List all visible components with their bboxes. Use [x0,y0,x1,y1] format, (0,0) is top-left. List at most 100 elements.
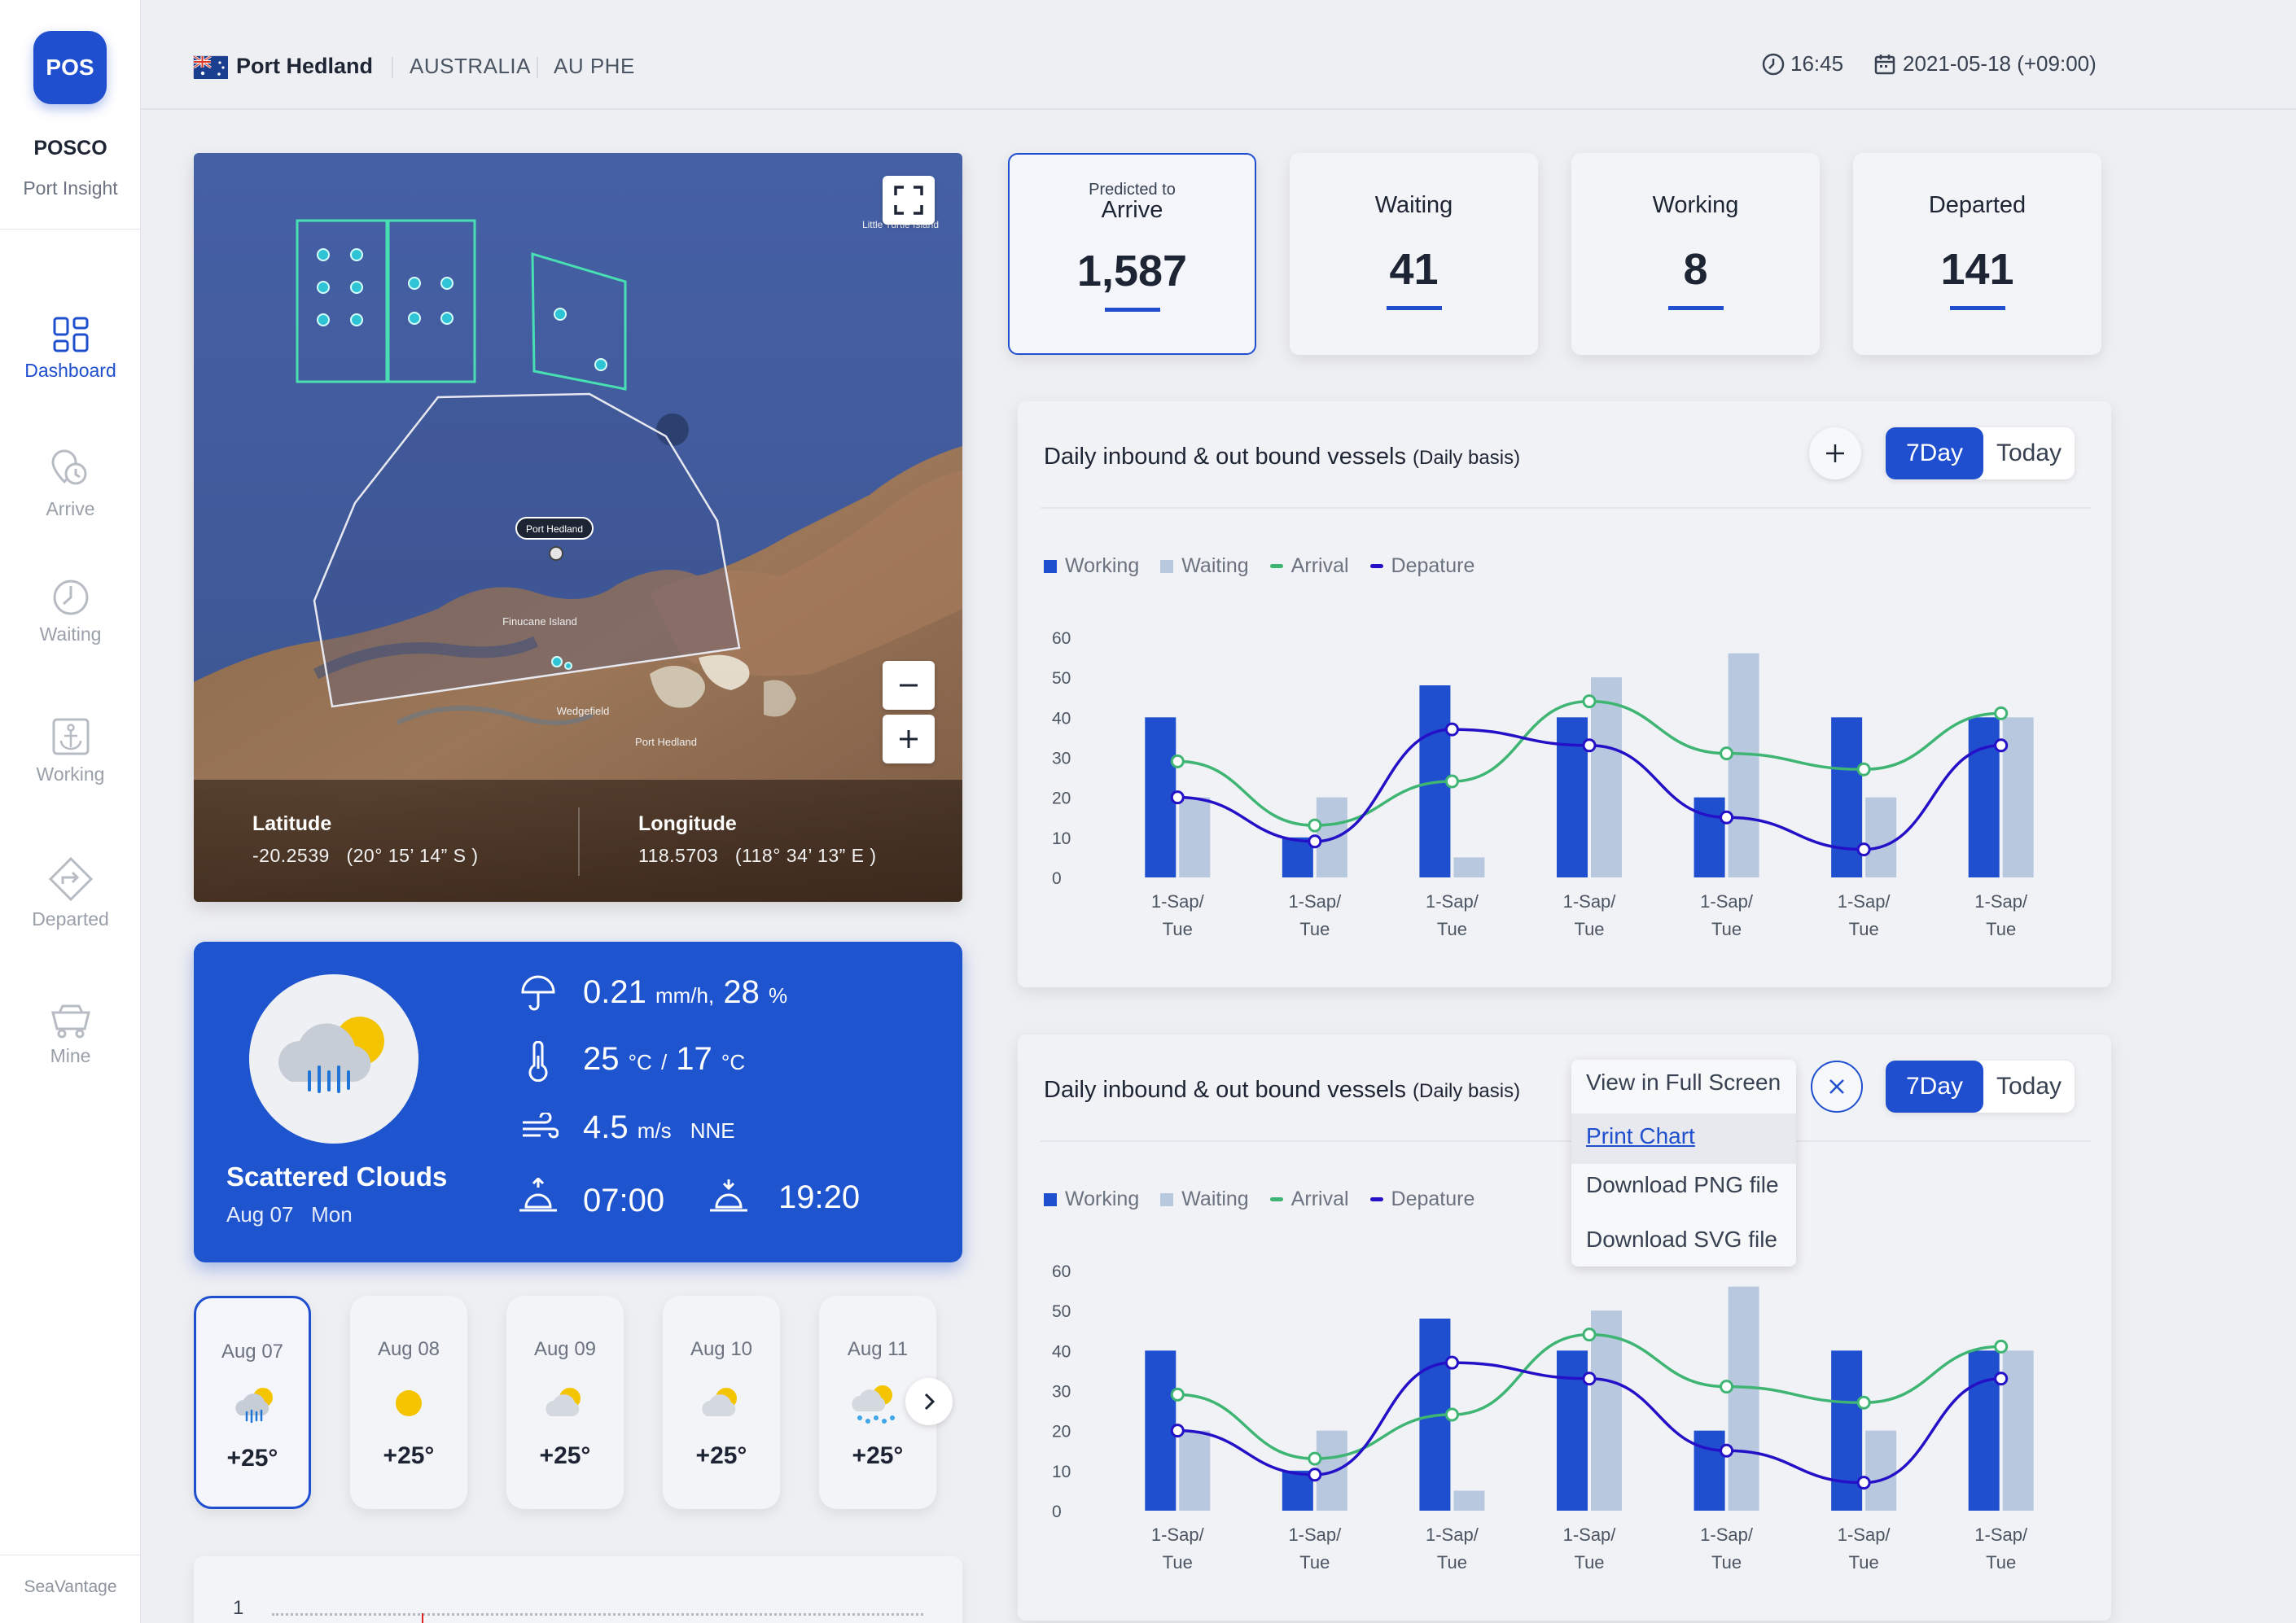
wind-icon [523,1113,559,1139]
point-depature [1856,1476,1871,1490]
nav-item-dashboard[interactable]: Dashboard [0,316,141,382]
longitude-label: Longitude [638,812,737,835]
longitude-value: 118.5703 (118° 34’ 13” E ) [638,845,877,866]
bar-waiting [1453,1490,1485,1511]
wind-unit: m/s [637,1118,672,1143]
brand-name: POSCO [33,137,107,160]
point-depature [1170,1424,1185,1438]
point-arrival [1994,706,2009,720]
temperature-readout: 25 °C / 17 °C [583,1041,745,1078]
forecast-day[interactable]: Aug 10 +25° [663,1296,780,1509]
time-text: 16:45 [1790,51,1844,76]
menu-item-png[interactable]: Download PNG file [1586,1172,1779,1198]
bar-waiting [1865,797,1897,877]
stat-title: Working [1652,192,1739,218]
forecast-date: Aug 08 [377,1338,440,1360]
point-depature [1308,1468,1322,1482]
vessels-chart: 0 10 20 30 40 50 60 1-Sap/Tue 1-Sap/Tue 1-Sap/Tue… [1052,629,2034,939]
sunrise-icon [519,1178,557,1212]
x-tick-label: 1-Sap/ [1838,891,1891,912]
port-code: AU PHE [554,54,635,78]
australia-flag-icon [193,55,228,79]
point-depature [1582,738,1597,753]
x-tick-label: Tue [1574,919,1604,939]
chart-menu-close-button[interactable] [1811,1061,1863,1113]
x-tick-label: 1-Sap/ [1700,891,1754,912]
stat-value: 1,587 [1076,247,1188,295]
x-tick-label: Tue [1986,1552,2016,1573]
menu-item-print[interactable]: Print Chart [1586,1123,1695,1149]
point-arrival [1720,1380,1734,1394]
vessels-chart-card: Daily inbound & out bound vessels (Daily… [1018,1035,2111,1621]
top-bar: Port Hedland AUSTRALIA AU PHE 16:45 2021… [141,0,2296,110]
wind-speed: 4.5 [583,1109,629,1145]
point-arrival [1856,1395,1871,1410]
menu-item-svg[interactable]: Download SVG file [1586,1227,1777,1253]
point-arrival [1582,694,1597,709]
nav-label: Dashboard [24,360,116,381]
dotted-gridline [272,1613,923,1616]
bar-working [1694,1430,1725,1511]
bar-waiting [1591,1310,1622,1511]
app-logo[interactable]: POS [33,31,107,104]
nav-item-departed[interactable]: Departed [0,856,141,930]
nav-item-arrive[interactable]: Arrive [0,446,141,520]
x-tick-label: 1-Sap/ [1974,1525,2028,1545]
forecast-day[interactable]: Aug 08 +25° [350,1296,467,1509]
bar-waiting [2002,1350,2034,1511]
x-tick-label: Tue [1437,919,1467,939]
fullscreen-button[interactable] [883,176,935,225]
x-tick-label: 1-Sap/ [1700,1525,1754,1545]
stat-title: Waiting [1374,192,1453,218]
rain-value: 0.21 [583,974,646,1010]
temp-separator: / [660,1050,668,1074]
y-tick-label: 40 [1052,709,1071,728]
stat-card-waiting[interactable]: Waiting 41 [1290,153,1538,355]
chevron-right-icon [924,1393,935,1411]
x-tick-label: 1-Sap/ [1288,891,1342,912]
y-tick-label: 30 [1052,1383,1071,1402]
x-tick-label: Tue [1299,919,1330,939]
stat-card-arrive[interactable]: Predicted to Arrive 1,587 [1008,153,1256,355]
y-tick-label: 60 [1052,629,1071,648]
weather-date: Aug 07 Mon [226,1202,353,1227]
port-map[interactable]: Port Hedland Finucane Island Wedgefield … [194,153,962,902]
map-label-port: Port Hedland [526,523,583,535]
forecast-temp: +25° [695,1442,747,1469]
waiting-icon [53,580,88,615]
humidity-unit: % [768,983,788,1008]
stat-card-departed[interactable]: Departed 141 [1853,153,2101,355]
fullscreen-icon [894,186,923,215]
menu-item-fullscreen[interactable]: View in Full Screen [1586,1070,1781,1096]
country-name: AUSTRALIA [410,54,531,78]
bar-working [1557,717,1588,877]
forecast-next-button[interactable] [905,1378,953,1425]
nav-label: Departed [32,908,109,930]
clock-icon [1762,53,1785,75]
x-tick-label: 1-Sap/ [1288,1525,1342,1545]
wind-readout: 4.5 m/s NNE [583,1109,735,1146]
x-tick-label: Tue [1849,1552,1879,1573]
bottom-panel: 1 [194,1556,962,1623]
weather-condition: Scattered Clouds [226,1161,448,1192]
latitude-label: Latitude [252,812,332,835]
forecast-day[interactable]: Aug 07 +25° [194,1296,311,1509]
calendar-icon [1874,54,1895,74]
bar-waiting [1728,1286,1759,1511]
point-arrival [1308,818,1322,833]
y-tick-label: 20 [1052,790,1071,808]
bar-working [1694,797,1725,877]
point-arrival [1582,1328,1597,1342]
stat-card-working[interactable]: Working 8 [1571,153,1820,355]
zoom-out-button[interactable] [883,661,935,710]
nav-item-working[interactable]: Working [0,716,141,785]
forecast-day[interactable]: Aug 09 +25° [506,1296,624,1509]
temp-max: 25 [583,1041,620,1077]
nav-item-mine[interactable]: Mine [0,1003,141,1067]
snow-cloud-icon [852,1385,895,1424]
local-date: 2021-05-18 (+09:00) [1873,51,2097,77]
point-arrival [1170,1387,1185,1402]
zoom-in-button[interactable] [883,715,935,763]
minus-icon [900,684,918,687]
nav-item-waiting[interactable]: Waiting [0,578,141,645]
